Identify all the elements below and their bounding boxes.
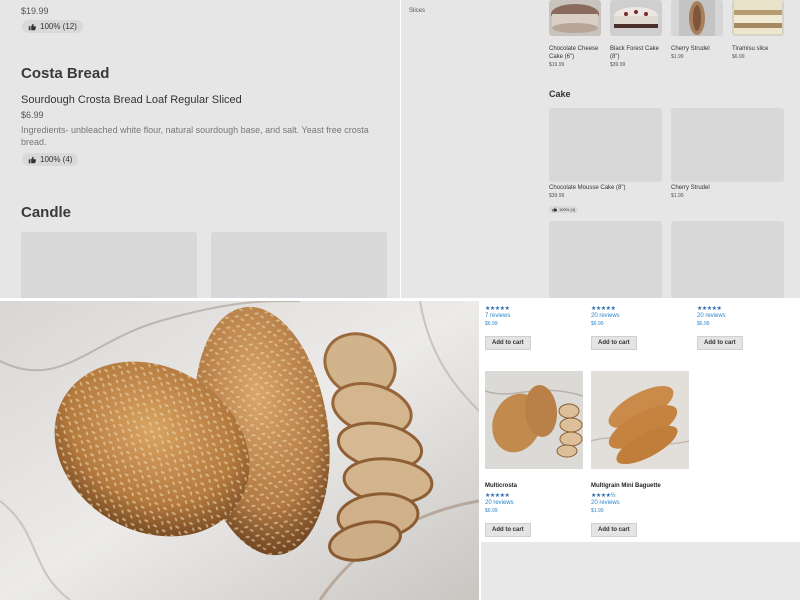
star-rating: ★★★★★: [485, 306, 510, 312]
product-name: Black Forest Cake (8"): [610, 46, 660, 60]
product-price: $39.99: [610, 62, 626, 68]
cake-image-placeholder[interactable]: [549, 221, 662, 298]
product-price: $6.99: [485, 321, 498, 327]
product-price: $6.99: [697, 321, 710, 327]
rating-text: 100% (4): [40, 155, 73, 164]
multigrain-baguette-image[interactable]: [590, 371, 690, 469]
slice-card[interactable]: Chocolate Cheese Cake (6") $19.99: [549, 0, 605, 68]
product-name: Chocolate Cheese Cake (6"): [549, 46, 599, 60]
star-rating: ★★★★★: [697, 306, 722, 312]
cake-card[interactable]: Cherry Strudel $1.99: [671, 108, 784, 199]
tiramisu-image: [732, 0, 784, 36]
product-price: $1.99: [671, 193, 684, 199]
reviews-link[interactable]: 20 reviews: [697, 313, 797, 319]
cherry-strudel-image: [671, 0, 723, 36]
product-card[interactable]: ★★★★★ 7 reviews $6.99 Add to cart: [485, 299, 585, 350]
section-title-bread: Costa Bread: [21, 65, 110, 82]
add-to-cart-button[interactable]: Add to cart: [591, 336, 637, 350]
add-to-cart-button[interactable]: Add to cart: [485, 336, 531, 350]
product-name: Cherry Strudel: [671, 46, 710, 52]
product-price: $19.99: [549, 62, 565, 68]
menu-item-price: $6.99: [21, 110, 44, 120]
section-title-cake: Cake: [549, 89, 571, 99]
bread-hero-photo: [0, 301, 479, 600]
sidebar-item-slices[interactable]: Slices: [409, 8, 425, 14]
candle-image-placeholder[interactable]: [21, 232, 197, 298]
multicrosta-image[interactable]: [484, 371, 584, 469]
menu-item-name[interactable]: Sourdough Crosta Bread Loaf Regular Slic…: [21, 94, 242, 106]
rating-text: 100% (4): [559, 207, 576, 212]
reviews-link[interactable]: 7 reviews: [485, 313, 585, 319]
product-name: Chocolate Mousse Cake (8"): [549, 185, 626, 191]
candle-image-placeholder[interactable]: [211, 232, 387, 298]
black-forest-cake-image: [610, 0, 662, 36]
section-title-candle: Candle: [21, 204, 72, 221]
rating-badge: 100% (4): [549, 206, 579, 213]
thumbs-up-icon: [28, 156, 36, 163]
product-card[interactable]: Multigrain Mini Baguette ★★★★½ 20 review…: [590, 371, 691, 537]
product-card[interactable]: ★★★★★ 20 reviews $6.99 Add to cart: [697, 299, 797, 350]
product-name: Cherry Strudel: [671, 185, 710, 191]
product-price: $39.99: [549, 193, 565, 199]
product-price: $6.99: [732, 54, 745, 60]
cake-image-placeholder: [549, 108, 662, 182]
rating-text: 100% (12): [40, 22, 77, 31]
reviews-link[interactable]: 20 reviews: [591, 500, 691, 506]
reviews-link[interactable]: 20 reviews: [591, 313, 691, 319]
star-rating: ★★★★½: [591, 493, 616, 499]
product-name[interactable]: Multigrain Mini Baguette: [591, 483, 691, 489]
bread-photo-image: [0, 301, 479, 600]
add-to-cart-button[interactable]: Add to cart: [485, 523, 531, 537]
slice-card[interactable]: Tiramisu slice $6.99: [732, 0, 788, 60]
delivery-menu-panel: $19.99 100% (12) Costa Bread Sourdough C…: [0, 0, 400, 298]
rating-badge: 100% (4): [22, 153, 79, 166]
product-card[interactable]: ★★★★★ 20 reviews $6.99 Add to cart: [591, 299, 691, 350]
product-price: $6.99: [485, 508, 498, 514]
thumbs-up-icon: [28, 23, 36, 30]
thumbs-up-icon: [552, 207, 557, 212]
product-price: $1.99: [671, 54, 684, 60]
menu-item-description: Ingredients- unbleached white flour, nat…: [21, 125, 369, 147]
cake-image-placeholder[interactable]: [671, 221, 784, 298]
shop-product-grid: ★★★★★ 7 reviews $6.99 Add to cart ★★★★★ …: [481, 299, 800, 542]
rating-badge: 100% (12): [22, 20, 83, 33]
add-to-cart-button[interactable]: Add to cart: [697, 336, 743, 350]
product-name[interactable]: Multicrosta: [485, 483, 585, 489]
cake-image-placeholder: [671, 108, 784, 182]
slice-card[interactable]: Black Forest Cake (8") $39.99: [610, 0, 666, 68]
product-price: $6.99: [591, 321, 604, 327]
product-card[interactable]: Multicrosta ★★★★★ 20 reviews $6.99 Add t…: [484, 371, 585, 537]
add-to-cart-button[interactable]: Add to cart: [591, 523, 637, 537]
cake-card[interactable]: Chocolate Mousse Cake (8") $39.99 100% (…: [549, 108, 662, 217]
slice-card[interactable]: Cherry Strudel $1.99: [671, 0, 727, 60]
reviews-link[interactable]: 20 reviews: [485, 500, 585, 506]
empty-area: [481, 542, 800, 600]
product-name: Tiramisu slice: [732, 46, 769, 52]
star-rating: ★★★★★: [485, 493, 510, 499]
item-price: $19.99: [21, 6, 49, 16]
star-rating: ★★★★★: [591, 306, 616, 312]
product-price: $1.99: [591, 508, 604, 514]
cheesecake-image: [549, 0, 601, 36]
store-menu-panel: Slices Chocolate Cheese Cake (6") $19.99…: [401, 0, 800, 298]
